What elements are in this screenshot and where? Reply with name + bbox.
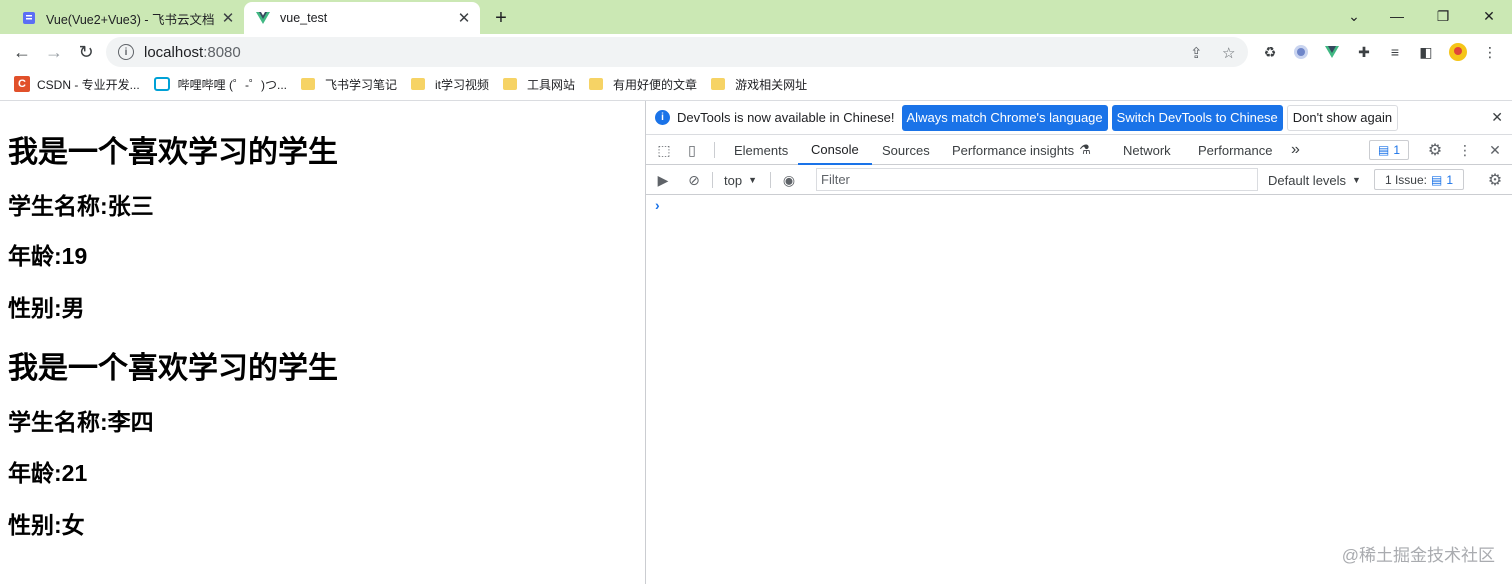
tab-title: Vue(Vue2+Vue3) - 飞书云文档	[46, 12, 215, 27]
separator	[714, 142, 715, 158]
watermark: @稀土掘金技术社区	[1341, 546, 1495, 565]
student-age: 年龄:21	[8, 460, 88, 486]
document-icon	[23, 12, 35, 24]
student-heading: 我是一个喜欢学习的学生	[8, 136, 338, 169]
more-tabs-button[interactable]: »	[1291, 135, 1300, 165]
tab-vue-test[interactable]: vue_test ✕	[244, 2, 480, 34]
match-language-button[interactable]: Always match Chrome's language	[901, 104, 1108, 131]
context-selector[interactable]: top ▼	[724, 165, 757, 195]
bookmark-it-videos[interactable]: it学习视频	[411, 76, 489, 93]
bookmarks-bar: C CSDN - 专业开发... 哔哩哔哩 (゜-゜)つ... 飞书学习笔记 it…	[0, 70, 1512, 98]
restore-button[interactable]: ❐	[1420, 0, 1466, 32]
issues-button[interactable]: 1 Issue: ▤ 1	[1374, 169, 1464, 190]
tab-console[interactable]: Console	[798, 135, 872, 165]
tab-performance-insights[interactable]: Performance insights ⚗	[952, 135, 1091, 165]
address-bar[interactable]: i localhost:8080 ⇪ ☆	[106, 37, 1248, 67]
info-icon: i	[655, 110, 670, 125]
messages-badge[interactable]: ▤ 1	[1369, 140, 1409, 160]
folder-icon	[503, 78, 518, 90]
close-tab-icon[interactable]: ✕	[454, 8, 474, 28]
dropdown-arrow-icon: ▼	[748, 175, 757, 185]
sidebar-toggle-icon[interactable]: ▶	[653, 170, 673, 190]
console-filter-input[interactable]: Filter	[816, 168, 1258, 191]
folder-icon	[589, 78, 604, 90]
inspect-element-icon[interactable]: ⬚	[654, 140, 674, 160]
student-heading: 我是一个喜欢学习的学生	[8, 352, 338, 385]
vue-devtools-icon[interactable]	[1322, 42, 1342, 62]
tab-title: vue_test	[280, 11, 328, 25]
student-name: 学生名称:张三	[8, 193, 154, 219]
folder-icon	[301, 78, 315, 90]
reload-button[interactable]: ↻	[72, 38, 100, 66]
browser-toolbar: ← → ↻ i localhost:8080 ⇪ ☆ ♻ ✚ ≡ ◧ ⋮	[0, 34, 1512, 70]
bilibili-icon	[153, 77, 170, 91]
new-tab-button[interactable]: +	[488, 6, 514, 30]
issue-icon: ▤	[1431, 172, 1443, 187]
live-expression-eye-icon[interactable]: ◉	[779, 170, 799, 190]
tab-strip: Vue(Vue2+Vue3) - 飞书云文档 ✕ vue_test ✕ + ⌄ …	[0, 0, 1512, 34]
extension-circle-icon[interactable]	[1291, 42, 1311, 62]
more-menu-icon[interactable]: ⋮	[1480, 42, 1500, 62]
url-text: localhost:8080	[144, 43, 241, 61]
console-toolbar: ▶ ⊘ top ▼ ◉ Filter Default levels ▼ 1 Issu…	[646, 165, 1512, 195]
student-gender: 性别:男	[8, 295, 85, 321]
settings-gear-icon[interactable]: ⚙	[1425, 140, 1445, 160]
log-levels-dropdown[interactable]: Default levels ▼	[1268, 165, 1361, 195]
tab-performance[interactable]: Performance	[1198, 135, 1272, 165]
clear-console-icon[interactable]: ⊘	[684, 170, 704, 190]
bookmark-bilibili[interactable]: 哔哩哔哩 (゜-゜)つ...	[153, 76, 287, 93]
kebab-menu-icon[interactable]: ⋮	[1455, 140, 1475, 160]
close-devtools-icon[interactable]: ✕	[1485, 140, 1505, 160]
forward-button[interactable]: →	[40, 38, 68, 66]
back-button[interactable]: ←	[8, 38, 36, 66]
page-viewport: 我是一个喜欢学习的学生 学生名称:张三 年龄:19 性别:男 我是一个喜欢学习的…	[0, 101, 645, 584]
bookmark-tools[interactable]: 工具网站	[503, 76, 575, 93]
close-window-button[interactable]: ✕	[1466, 0, 1512, 32]
tab-feishu-doc[interactable]: Vue(Vue2+Vue3) - 飞书云文档 ✕	[8, 2, 244, 34]
bookmark-articles[interactable]: 有用好便的文章	[589, 76, 697, 93]
close-infobar-icon[interactable]: ✕	[1491, 109, 1503, 126]
bookmark-games[interactable]: 游戏相关网址	[711, 76, 807, 93]
bookmark-feishu-notes[interactable]: 飞书学习笔记	[301, 76, 397, 93]
switch-language-button[interactable]: Switch DevTools to Chinese	[1111, 104, 1283, 131]
folder-icon	[711, 78, 726, 90]
recycle-extension-icon[interactable]: ♻	[1260, 42, 1280, 62]
site-info-icon[interactable]: i	[118, 44, 134, 60]
media-queue-icon[interactable]: ≡	[1385, 42, 1405, 62]
csdn-icon: C	[14, 76, 30, 92]
student-age: 年龄:19	[8, 243, 88, 269]
language-infobar: i DevTools is now available in Chinese! …	[646, 101, 1512, 135]
close-tab-icon[interactable]: ✕	[218, 8, 238, 28]
bookmark-star-icon[interactable]: ☆	[1222, 44, 1235, 62]
dont-show-again-button[interactable]: Don't show again	[1286, 104, 1399, 131]
student-name: 学生名称:李四	[8, 409, 154, 435]
bookmark-csdn[interactable]: C CSDN - 专业开发...	[14, 76, 140, 93]
tab-network[interactable]: Network	[1123, 135, 1171, 165]
vue-logo-icon	[256, 12, 270, 24]
device-toolbar-icon[interactable]: ▯	[682, 140, 702, 160]
tab-search-icon[interactable]: ⌄	[1331, 0, 1377, 32]
folder-icon	[411, 78, 426, 90]
profile-avatar[interactable]	[1448, 42, 1468, 62]
share-icon[interactable]: ⇪	[1190, 44, 1203, 62]
side-panel-icon[interactable]: ◧	[1416, 42, 1436, 62]
devtools-panel: i DevTools is now available in Chinese! …	[645, 101, 1512, 584]
separator	[770, 172, 771, 188]
message-icon: ▤	[1377, 143, 1390, 157]
student-gender: 性别:女	[8, 512, 85, 538]
minimize-button[interactable]: —	[1374, 0, 1420, 32]
devtools-tabbar: ⬚ ▯ Elements Console Sources Performance…	[646, 135, 1512, 165]
infobar-message: DevTools is now available in Chinese!	[677, 110, 895, 125]
tab-sources[interactable]: Sources	[882, 135, 930, 165]
separator	[712, 172, 713, 188]
console-settings-gear-icon[interactable]: ⚙	[1485, 170, 1505, 190]
dropdown-arrow-icon: ▼	[1352, 175, 1361, 185]
tab-elements[interactable]: Elements	[734, 135, 788, 165]
flask-icon: ⚗	[1079, 142, 1091, 157]
extensions-puzzle-icon[interactable]: ✚	[1354, 42, 1374, 62]
console-prompt[interactable]: ›	[655, 197, 660, 213]
